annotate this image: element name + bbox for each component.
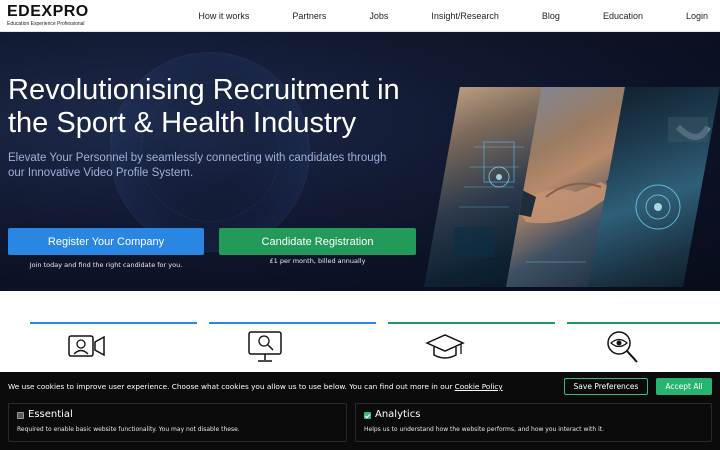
nav-how-it-works[interactable]: How it works (198, 11, 249, 21)
analytics-description: Helps us to understand how the website p… (364, 426, 605, 433)
analytics-checkbox[interactable] (364, 412, 371, 419)
nav-login[interactable]: Login (686, 11, 708, 21)
feature-bar-1 (30, 322, 197, 324)
essential-checkbox[interactable] (17, 412, 24, 419)
essential-description: Required to enable basic website functio… (17, 426, 240, 433)
analytics-cookie-option: Analytics Helps us to understand how the… (355, 403, 712, 442)
nav-blog[interactable]: Blog (542, 11, 560, 21)
feature-bar-4 (567, 322, 720, 324)
nav-links: How it works Partners Jobs Insight/Resea… (198, 0, 708, 32)
feature-bar-3 (388, 322, 555, 324)
graduation-cap-icon (425, 334, 465, 359)
analytics-title: Analytics (375, 409, 421, 420)
candidate-registration-button[interactable]: Candidate Registration (219, 228, 416, 255)
top-navigation: EDEXPRO Education Experience Professiona… (0, 0, 720, 32)
cookie-banner: We use cookies to improve user experienc… (0, 372, 720, 450)
edexpro-logo[interactable]: EDEXPRO Education Experience Professiona… (7, 3, 107, 29)
search-eye-icon (607, 331, 638, 363)
register-note: Join today and find the right candidate … (29, 261, 183, 269)
candidate-note: £1 per month, billed annually (269, 257, 366, 265)
video-camera-icon (68, 335, 105, 357)
essential-cookie-option: Essential Required to enable basic websi… (8, 403, 347, 442)
hero-section: Revolutionising Recruitment in the Sport… (0, 32, 720, 291)
cookie-message: We use cookies to improve user experienc… (8, 382, 503, 391)
essential-title: Essential (28, 409, 73, 420)
nav-partners[interactable]: Partners (292, 11, 326, 21)
hero-subtitle: Elevate Your Personnel by seamlessly con… (8, 152, 387, 179)
logo-wordmark: EDEXPRO (7, 3, 89, 20)
logo-tagline: Education Experience Professional (7, 21, 85, 27)
save-preferences-button[interactable]: Save Preferences (564, 378, 648, 395)
cookie-policy-link[interactable]: Cookie Policy (455, 382, 503, 391)
feature-bar-2 (209, 322, 376, 324)
nav-jobs[interactable]: Jobs (369, 11, 388, 21)
register-company-button[interactable]: Register Your Company (8, 228, 204, 255)
accept-all-button[interactable]: Accept All (656, 378, 712, 395)
nav-insight-research[interactable]: Insight/Research (431, 11, 499, 21)
monitor-search-icon (248, 331, 282, 362)
nav-education[interactable]: Education (603, 11, 643, 21)
hero-title: Revolutionising Recruitment in the Sport… (8, 74, 400, 139)
